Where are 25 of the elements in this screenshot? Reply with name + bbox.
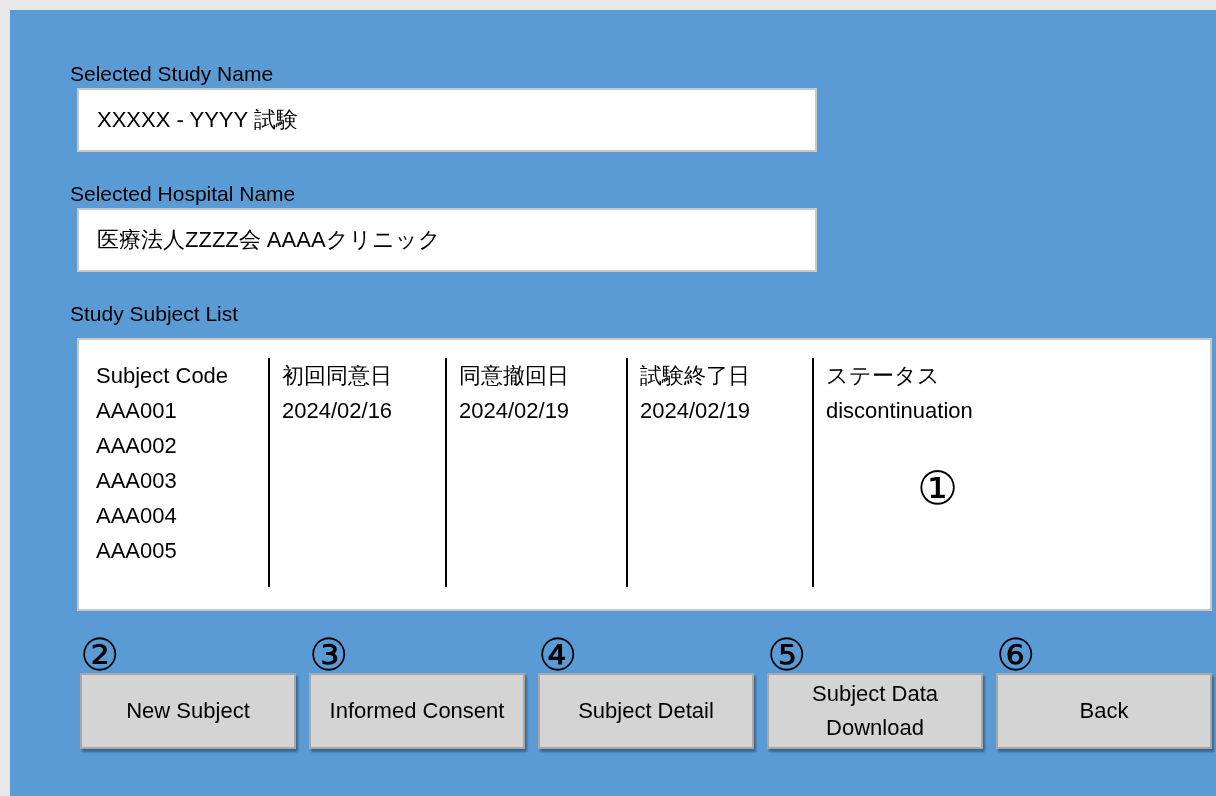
column-header: 初回同意日 (282, 362, 392, 390)
table-cell[interactable]: 2024/02/16 (282, 393, 393, 428)
action-button[interactable]: New Subject (80, 673, 296, 749)
table-cell[interactable]: AAA001 (96, 393, 177, 428)
table-cell[interactable]: AAA005 (96, 533, 177, 568)
field-label: Selected Hospital Name (70, 181, 297, 207)
table-cell[interactable]: AAA003 (96, 463, 177, 498)
list-label: Study Subject List (70, 301, 240, 327)
action-button[interactable]: Back (996, 673, 1212, 749)
table-cell[interactable]: 2024/02/19 (459, 393, 570, 428)
hospital-name-field[interactable]: 医療法人ZZZZ会 AAAAクリニック (77, 208, 817, 272)
column-header: Subject Code (96, 362, 229, 390)
table-cell[interactable]: AAA002 (96, 428, 177, 463)
table-cell[interactable]: 2024/02/19 (640, 393, 751, 428)
field-label: Selected Study Name (70, 61, 275, 87)
action-button[interactable]: Subject Data Download (767, 673, 983, 749)
callout-number: ① (917, 465, 959, 511)
action-button[interactable]: Informed Consent (309, 673, 525, 749)
study-name-field[interactable]: XXXXX - YYYY 試験 (77, 88, 817, 152)
column-header: 試験終了日 (640, 362, 750, 390)
table-cell[interactable]: discontinuation (826, 393, 973, 428)
action-button[interactable]: Subject Detail (538, 673, 754, 749)
column-header: 同意撤回日 (459, 362, 569, 390)
column-header: ステータス (826, 362, 940, 390)
table-cell[interactable]: AAA004 (96, 498, 177, 533)
